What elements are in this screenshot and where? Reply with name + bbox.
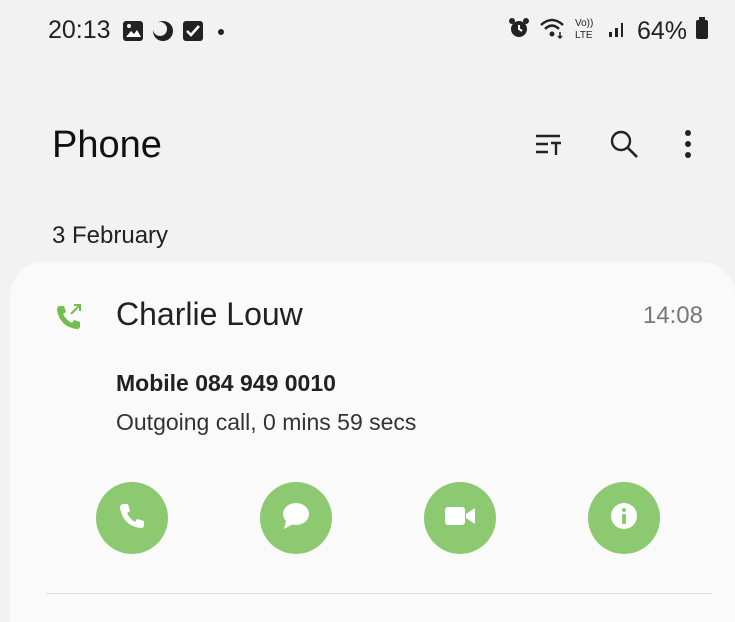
- call-button[interactable]: [96, 482, 168, 554]
- status-icons-left: [122, 20, 230, 47]
- checkbox-icon: [182, 20, 204, 47]
- status-icons-right: Vo)) LTE 64%: [507, 16, 709, 47]
- message-button[interactable]: [260, 482, 332, 554]
- status-time: 20:13: [48, 16, 111, 44]
- filter-icon: [533, 129, 563, 164]
- more-options-button[interactable]: [664, 122, 712, 170]
- phone-number: Mobile 084 949 0010: [116, 370, 336, 396]
- info-button[interactable]: [588, 482, 660, 554]
- call-icon: [117, 501, 147, 536]
- gallery-icon: [122, 20, 144, 47]
- alarm-icon: [507, 16, 531, 47]
- call-time: 14:08: [642, 302, 703, 329]
- search-icon: [608, 128, 640, 165]
- contact-name: Charlie Louw: [116, 296, 303, 332]
- more-icon: [683, 128, 693, 165]
- app-header: Phone: [0, 110, 735, 180]
- volte-icon: Vo)) LTE: [573, 16, 599, 47]
- page-title: Phone: [52, 124, 162, 166]
- moon-icon: [152, 20, 174, 47]
- dot-icon: [212, 20, 230, 47]
- video-call-icon: [443, 504, 477, 533]
- search-button[interactable]: [600, 122, 648, 170]
- divider: [46, 593, 712, 594]
- filter-button[interactable]: [524, 122, 572, 170]
- svg-text:Vo)): Vo)): [575, 18, 593, 29]
- video-call-button[interactable]: [424, 482, 496, 554]
- status-bar: 20:13 Vo)) LTE 64%: [0, 0, 735, 64]
- battery-percent: 64%: [636, 17, 687, 45]
- info-icon: [609, 501, 639, 536]
- message-icon: [280, 501, 312, 536]
- call-detail: Outgoing call, 0 mins 59 secs: [116, 409, 417, 435]
- wifi-icon: [539, 17, 565, 46]
- signal-icon: [607, 17, 629, 46]
- call-log-card[interactable]: Charlie Louw 14:08 Mobile 084 949 0010 O…: [10, 262, 735, 622]
- svg-text:LTE: LTE: [575, 30, 593, 40]
- date-header: 3 February: [52, 222, 169, 249]
- battery-icon: [695, 16, 709, 47]
- outgoing-call-icon: [54, 302, 84, 337]
